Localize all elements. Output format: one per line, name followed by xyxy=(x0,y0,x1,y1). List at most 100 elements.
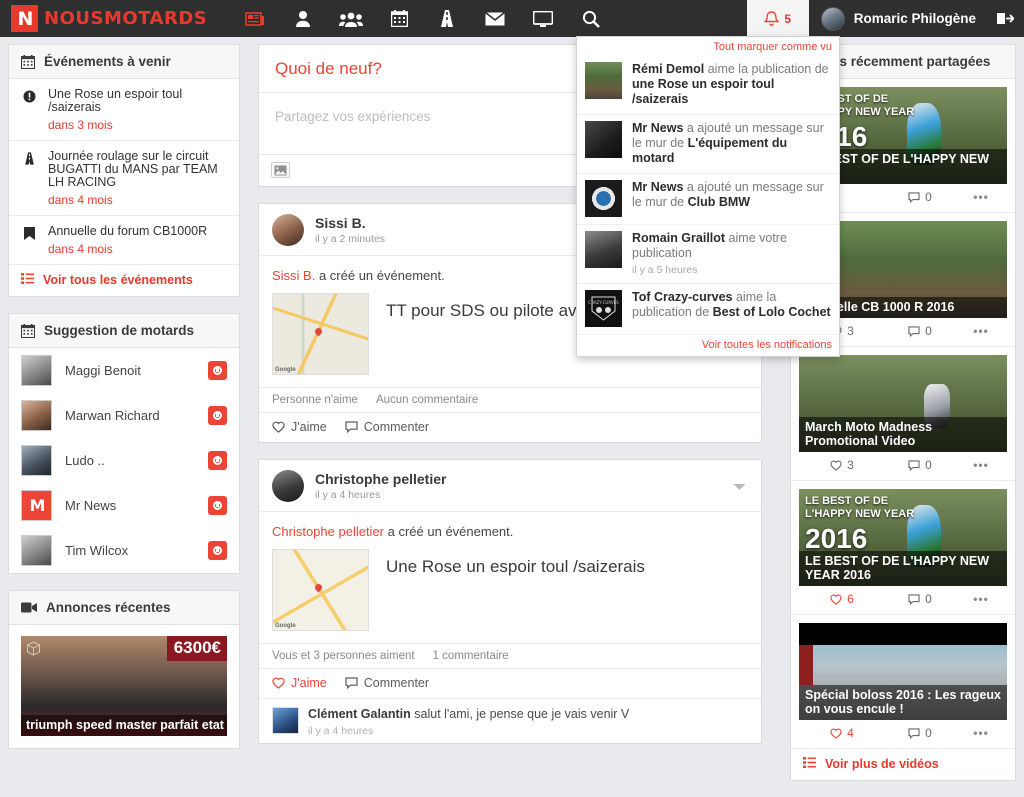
search-icon[interactable] xyxy=(567,0,615,37)
suggestion-item[interactable]: M Mr News xyxy=(9,483,239,528)
post-comments-text: 1 commentaire xyxy=(432,650,509,662)
event-item[interactable]: Journée roulage sur le circuit BUGATTI d… xyxy=(9,141,239,216)
envelope-icon[interactable] xyxy=(471,0,519,37)
video-thumbnail[interactable]: Spécial boloss 2016 : Les rageux on vous… xyxy=(799,623,1007,720)
suggestion-item[interactable]: Marwan Richard xyxy=(9,393,239,438)
add-user-icon[interactable] xyxy=(208,451,227,470)
comment-author[interactable]: Clément Galantin xyxy=(308,707,411,721)
notification-count: 5 xyxy=(784,11,792,26)
like-button[interactable]: J'aime xyxy=(272,420,327,434)
event-item[interactable]: Annuelle du forum CB1000R dans 4 mois xyxy=(9,216,239,265)
notification-target[interactable]: une Rose un espoir toul /saizerais xyxy=(632,77,774,106)
user-icon[interactable] xyxy=(279,0,327,37)
notification-target[interactable]: Best of Lolo Cochet xyxy=(713,305,831,319)
notification-actor[interactable]: Mr News xyxy=(632,121,683,135)
comment-button[interactable]: Commenter xyxy=(345,420,429,434)
video-stats: 4 0 ••• xyxy=(799,720,1007,744)
video-like-count[interactable]: 6 xyxy=(799,592,885,606)
group-icon[interactable] xyxy=(327,0,375,37)
suggestions-header: Suggestion de motards xyxy=(9,314,239,348)
road-icon xyxy=(21,150,37,207)
list-icon xyxy=(21,273,34,287)
video-comment-count[interactable]: 0 xyxy=(885,324,955,338)
see-all-events-link[interactable]: Voir tous les événements xyxy=(9,265,239,296)
post-stats: Vous et 3 personnes aiment 1 commentaire xyxy=(259,643,761,668)
suggestions-card: Suggestion de motards Maggi Benoit Marwa… xyxy=(8,313,240,574)
video-stats: 3 0 ••• xyxy=(799,452,1007,476)
video-like-count[interactable]: 4 xyxy=(799,726,885,740)
suggestion-item[interactable]: Maggi Benoit xyxy=(9,348,239,393)
video-item[interactable]: March Moto Madness Promotional Video 3 0… xyxy=(791,347,1015,481)
comment-count-value: 0 xyxy=(925,324,932,338)
video-item[interactable]: Spécial boloss 2016 : Les rageux on vous… xyxy=(791,615,1015,749)
suggestion-item[interactable]: Tim Wilcox xyxy=(9,528,239,573)
card-title: Événements à venir xyxy=(44,54,171,69)
notification-actor[interactable]: Tof Crazy-curves xyxy=(632,290,733,304)
post-action-author[interactable]: Sissi B. xyxy=(272,268,315,283)
notification-actor[interactable]: Mr News xyxy=(632,180,683,194)
ellipsis-icon[interactable]: ••• xyxy=(955,190,1007,204)
avatar[interactable] xyxy=(272,470,304,502)
like-button[interactable]: J'aime xyxy=(272,676,327,690)
ad-item[interactable]: 6300€ triumph speed master parfait etat xyxy=(9,625,239,748)
video-comment-count[interactable]: 0 xyxy=(885,190,955,204)
avatar[interactable] xyxy=(272,707,299,734)
suggestion-name: Ludo .. xyxy=(65,453,105,468)
add-user-icon[interactable] xyxy=(208,496,227,515)
ellipsis-icon[interactable]: ••• xyxy=(955,324,1007,338)
heart-icon xyxy=(830,594,842,605)
video-comment-count[interactable]: 0 xyxy=(885,726,955,740)
notification-item[interactable]: Romain Graillot aime votre publication i… xyxy=(577,224,839,283)
notification-target[interactable]: Club BMW xyxy=(688,195,750,209)
newspaper-icon[interactable] xyxy=(231,0,279,37)
notification-item[interactable]: Rémi Demol aime la publication de une Ro… xyxy=(577,56,839,114)
calendar-icon[interactable] xyxy=(375,0,423,37)
post-action-line: Christophe pelletier a créé un événement… xyxy=(259,512,761,539)
video-thumbnail[interactable]: LE BEST OF DEL'HAPPY NEW YEAR 2016 LE BE… xyxy=(799,489,1007,586)
post-event[interactable]: Google Une Rose un espoir toul /saizerai… xyxy=(259,539,761,643)
post-author[interactable]: Christophe pelletier xyxy=(315,471,733,487)
post-action-author[interactable]: Christophe pelletier xyxy=(272,524,384,539)
like-count-value: 3 xyxy=(847,458,854,472)
video-thumbnail[interactable]: March Moto Madness Promotional Video xyxy=(799,355,1007,452)
event-when: dans 3 mois xyxy=(48,118,113,132)
logout-icon[interactable] xyxy=(986,0,1024,37)
notification-item[interactable]: CRAZY-CURVES Tof Crazy-curves aime la pu… xyxy=(577,283,839,334)
ellipsis-icon[interactable]: ••• xyxy=(955,726,1007,740)
event-item[interactable]: Une Rose un espoir toul /saizerais dans … xyxy=(9,79,239,141)
user-menu[interactable]: Romaric Philogène xyxy=(809,6,986,31)
map-attribution: Google xyxy=(275,367,296,373)
notification-actor[interactable]: Rémi Demol xyxy=(632,62,704,76)
road-icon[interactable] xyxy=(423,0,471,37)
avatar[interactable] xyxy=(272,214,304,246)
site-logo[interactable]: N NOUSMOTARDS xyxy=(0,5,207,32)
add-user-icon[interactable] xyxy=(208,541,227,560)
notification-actor[interactable]: Romain Graillot xyxy=(632,231,725,245)
event-title[interactable]: Une Rose un espoir toul /saizerais xyxy=(386,549,645,577)
see-all-notifications-link[interactable]: Voir toutes les notifications xyxy=(577,334,839,356)
video-item[interactable]: LE BEST OF DEL'HAPPY NEW YEAR 2016 LE BE… xyxy=(791,481,1015,615)
suggestion-name: Mr News xyxy=(65,498,117,513)
calendar-icon xyxy=(21,323,35,338)
image-icon[interactable] xyxy=(271,162,290,178)
notification-item[interactable]: Mr News a ajouté un message sur le mur d… xyxy=(577,173,839,224)
notifications-button[interactable]: 5 xyxy=(746,0,809,37)
video-comment-count[interactable]: 0 xyxy=(885,592,955,606)
video-like-count[interactable]: 3 xyxy=(799,458,885,472)
ellipsis-icon[interactable]: ••• xyxy=(955,592,1007,606)
see-more-videos-link[interactable]: Voir plus de vidéos xyxy=(791,749,1015,780)
add-user-icon[interactable] xyxy=(208,361,227,380)
video-comment-count[interactable]: 0 xyxy=(885,458,955,472)
monitor-icon[interactable] xyxy=(519,0,567,37)
box-icon xyxy=(26,641,41,656)
mark-all-read-link[interactable]: Tout marquer comme vu xyxy=(577,37,839,56)
chevron-down-icon[interactable] xyxy=(733,479,748,494)
comment-icon xyxy=(908,325,920,337)
suggestion-item[interactable]: Ludo .. xyxy=(9,438,239,483)
suggestion-name: Maggi Benoit xyxy=(65,363,141,378)
ellipsis-icon[interactable]: ••• xyxy=(955,458,1007,472)
comment-button[interactable]: Commenter xyxy=(345,676,429,690)
post-action-text: a créé un événement. xyxy=(384,524,514,539)
add-user-icon[interactable] xyxy=(208,406,227,425)
notification-item[interactable]: Mr News a ajouté un message sur le mur d… xyxy=(577,114,839,173)
